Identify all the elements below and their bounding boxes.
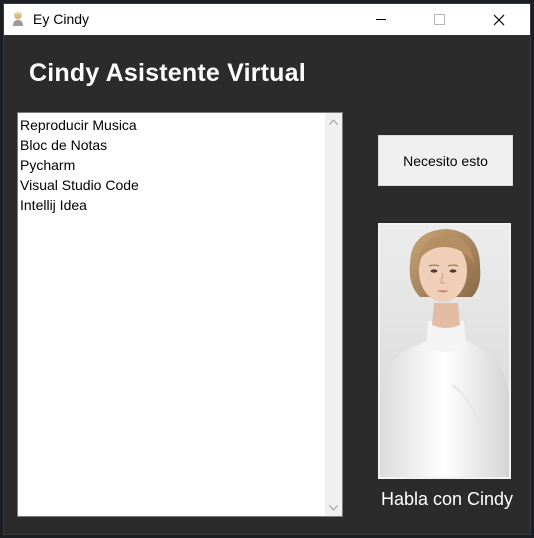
minimize-icon (376, 19, 386, 20)
user-icon (10, 11, 26, 27)
maximize-button[interactable] (416, 4, 462, 35)
list-item[interactable]: Intellij Idea (19, 195, 139, 215)
list-item[interactable]: Reproducir Musica (19, 115, 139, 135)
page-title: Cindy Asistente Virtual (29, 59, 306, 87)
close-icon (493, 14, 505, 25)
portrait-caption: Habla con Cindy (380, 489, 514, 509)
app-window: Ey Cindy Cindy Asistente Virtual Reprodu… (4, 4, 530, 534)
window-title: Ey Cindy (33, 11, 90, 27)
close-button[interactable] (476, 4, 522, 35)
cindy-portrait-button[interactable] (378, 223, 511, 479)
list-item[interactable]: Visual Studio Code (19, 175, 139, 195)
necesito-esto-button[interactable]: Necesito esto (378, 135, 513, 186)
portrait-image (380, 225, 509, 477)
scroll-up-button[interactable] (325, 113, 342, 130)
chevron-down-icon (329, 504, 338, 511)
maximize-icon (433, 14, 445, 25)
chevron-up-icon (329, 118, 338, 125)
list-item[interactable]: Pycharm (19, 155, 139, 175)
vertical-scrollbar[interactable] (325, 113, 342, 516)
list-item[interactable]: Bloc de Notas (19, 135, 139, 155)
minimize-button[interactable] (358, 4, 404, 35)
options-listbox[interactable]: Reproducir Musica Bloc de Notas Pycharm … (17, 112, 343, 517)
title-bar[interactable]: Ey Cindy (4, 4, 530, 35)
scroll-down-button[interactable] (325, 499, 342, 516)
